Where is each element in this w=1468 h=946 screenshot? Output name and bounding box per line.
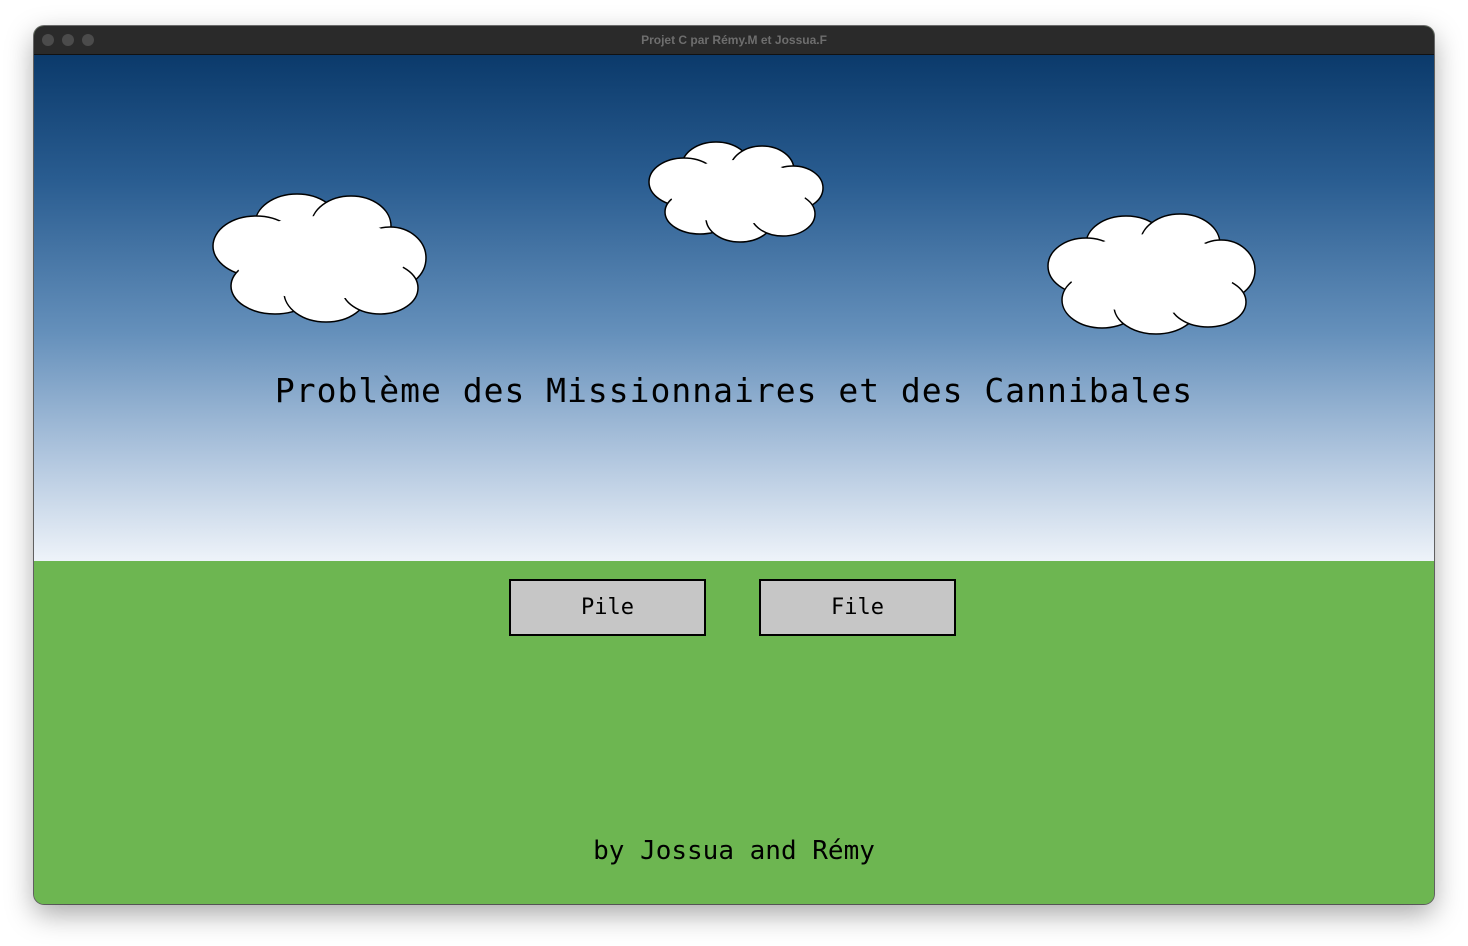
cloud-right <box>1047 213 1256 335</box>
pile-button[interactable]: Pile <box>509 579 706 636</box>
title-bar[interactable]: Projet C par Rémy.M et Jossua.F <box>34 26 1434 55</box>
file-button[interactable]: File <box>759 579 956 636</box>
app-window: Projet C par Rémy.M et Jossua.F Problème… <box>34 26 1434 904</box>
cloud-middle <box>648 141 824 243</box>
credits-text: by Jossua and Rémy <box>593 836 875 866</box>
cloud-left <box>212 193 427 323</box>
window-title: Projet C par Rémy.M et Jossua.F <box>641 33 827 47</box>
game-title: Problème des Missionnaires et des Cannib… <box>274 371 1194 410</box>
